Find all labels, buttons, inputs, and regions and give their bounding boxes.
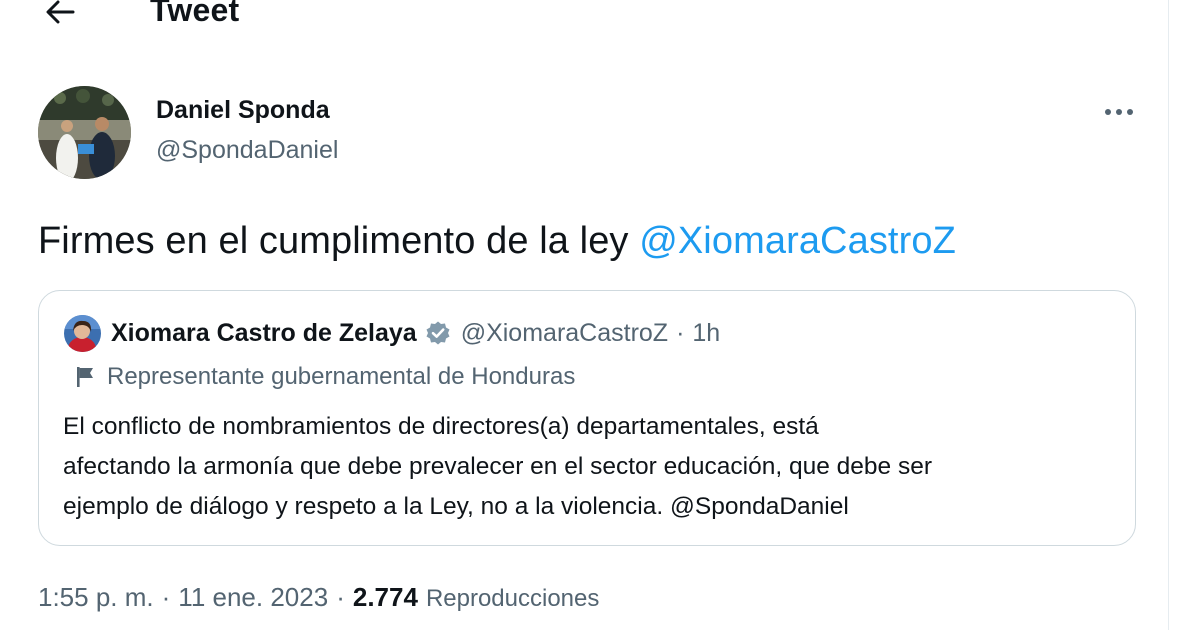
meta-separator: ·: [336, 582, 345, 612]
tweet-time[interactable]: 1:55 p. m.: [38, 582, 154, 613]
author-avatar[interactable]: [38, 86, 131, 179]
quoted-text-line: El conflicto de nombramientos de directo…: [63, 413, 819, 440]
column-divider: [1168, 0, 1169, 630]
page-title: Tweet: [150, 0, 240, 28]
quoted-tweet-text: El conflicto de nombramientos de directo…: [63, 407, 1123, 527]
meta-separator: ·: [161, 582, 171, 612]
quoted-text-line: afectando la armonía que debe prevalecer…: [63, 453, 932, 480]
views-label: Reproducciones: [425, 585, 600, 612]
tweet-mention-link[interactable]: @XiomaraCastroZ: [639, 220, 956, 262]
quoted-tweet-card[interactable]: Xiomara Castro de Zelaya @XiomaraCastroZ…: [38, 290, 1136, 546]
verified-badge-icon: [425, 320, 451, 346]
quoted-text-line: ejemplo de diálogo y respeto a la Ley, n…: [63, 493, 849, 520]
more-horizontal-icon: [1104, 108, 1134, 116]
tweet-meta: 1:55 p. m. · 11 ene. 2023 · 2.774 Reprod…: [38, 582, 599, 613]
author-name[interactable]: Daniel Sponda: [156, 96, 330, 125]
author-handle[interactable]: @SpondaDaniel: [156, 136, 338, 165]
government-label[interactable]: Representante gubernamental de Honduras: [75, 363, 575, 391]
views-count: 2.774: [352, 582, 418, 612]
tweet-text: Firmes en el cumplimento de la ley @Xiom…: [38, 216, 956, 266]
more-options-button[interactable]: [1098, 98, 1140, 126]
quoted-author-avatar[interactable]: [64, 315, 101, 352]
government-label-text: Representante gubernamental de Honduras: [107, 363, 576, 390]
quoted-author-name[interactable]: Xiomara Castro de Zelaya: [111, 317, 417, 349]
quoted-timestamp[interactable]: 1h: [692, 317, 720, 349]
quoted-separator: ·: [676, 319, 685, 347]
flag-icon: [75, 365, 95, 389]
tweet-body: Firmes en el cumplimento de la ley: [38, 220, 640, 262]
quoted-author-handle[interactable]: @XiomaraCastroZ: [461, 317, 668, 349]
back-button[interactable]: [38, 0, 82, 30]
quoted-tweet-header: Xiomara Castro de Zelaya @XiomaraCastroZ…: [111, 317, 720, 349]
arrow-left-icon: [45, 0, 75, 25]
tweet-page: Tweet Daniel Sponda @SpondaDaniel Firmes…: [0, 0, 1200, 630]
tweet-date[interactable]: 11 ene. 2023: [178, 582, 328, 613]
